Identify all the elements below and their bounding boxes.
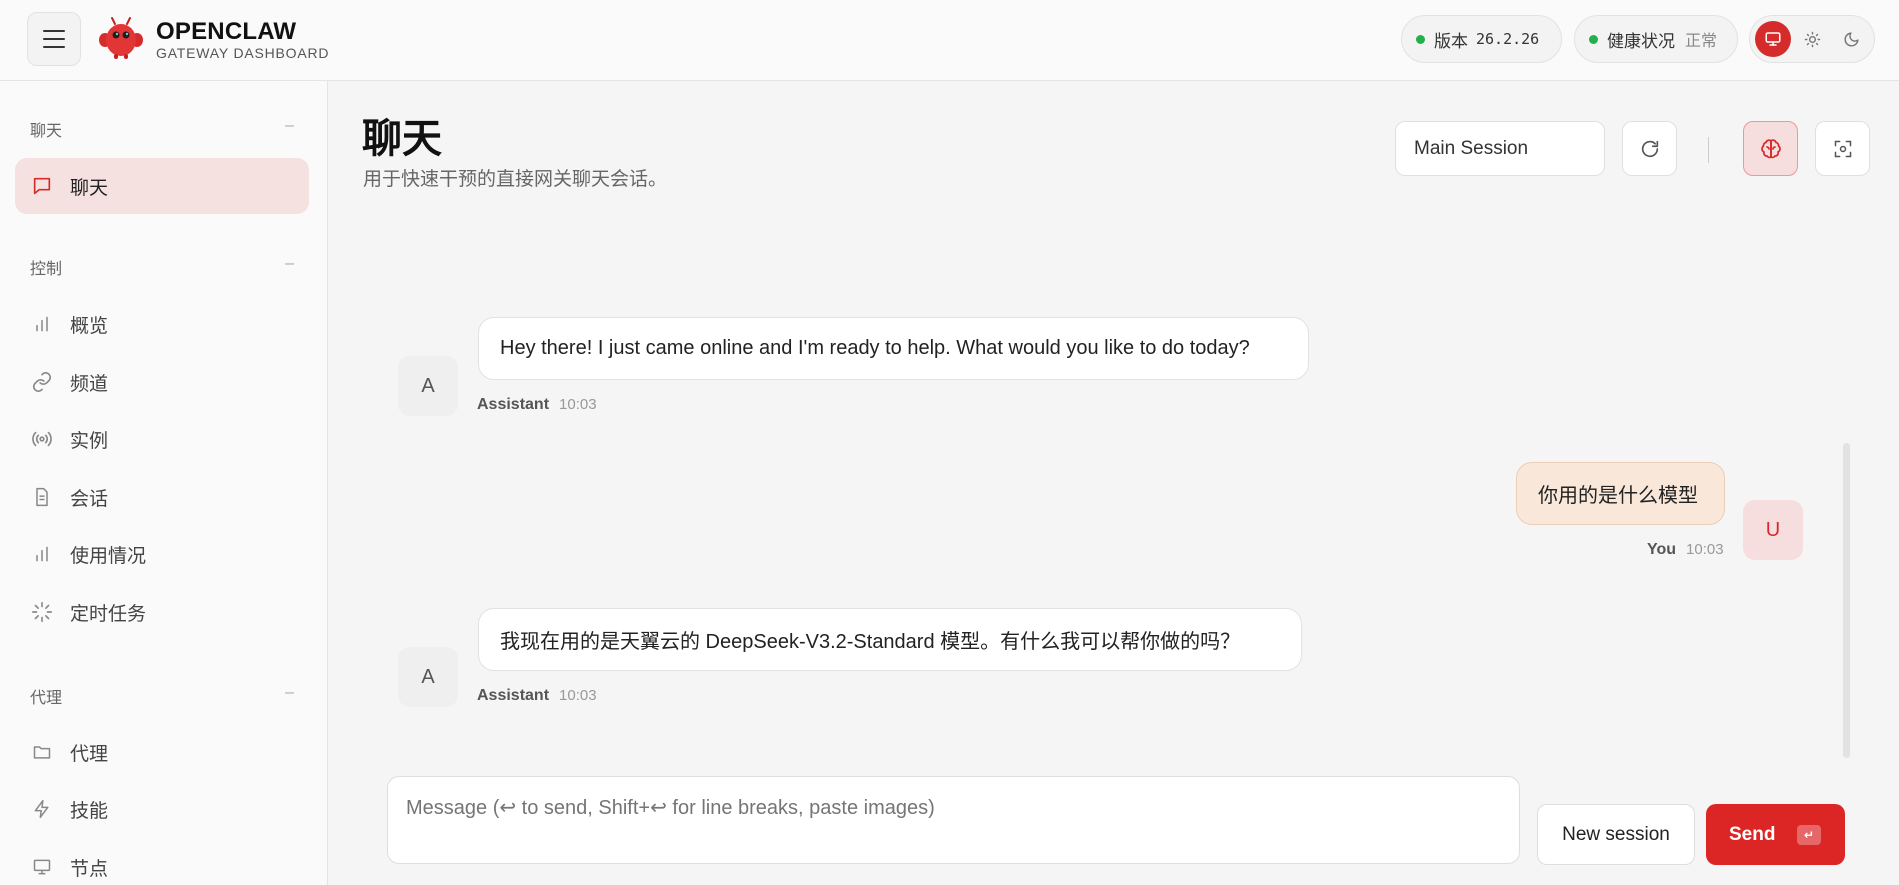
- chat-icon: [30, 174, 54, 198]
- brain-icon: [1760, 138, 1781, 158]
- user-avatar: U: [1743, 500, 1803, 560]
- page-subtitle: 用于快速干预的直接网关聊天会话。: [363, 169, 668, 190]
- health-value: 正常: [1685, 33, 1718, 50]
- version-value: 26.2.26: [1476, 30, 1540, 48]
- document-icon: [30, 485, 54, 509]
- bar-chart-icon: [30, 312, 54, 336]
- refresh-button[interactable]: [1622, 121, 1677, 176]
- assistant-avatar: A: [398, 647, 458, 707]
- monitor-icon: [1765, 32, 1781, 46]
- new-session-button[interactable]: New session: [1537, 804, 1695, 865]
- message-time: 10:03: [1686, 541, 1724, 558]
- message-time: 10:03: [559, 687, 597, 704]
- sidebar-group-label: 控制: [30, 261, 63, 278]
- bar-chart-icon: [30, 542, 54, 566]
- enter-key-icon: ↵: [1797, 825, 1821, 845]
- moon-icon: [1844, 31, 1859, 46]
- health-label: 健康状况: [1607, 31, 1675, 51]
- loader-icon: [30, 600, 54, 624]
- focus-icon: [1834, 140, 1851, 157]
- brand-subtitle: GATEWAY DASHBOARD: [156, 45, 330, 61]
- sidebar-item-label: 定时任务: [70, 603, 147, 625]
- version-badge: 版本 26.2.26: [1401, 15, 1562, 63]
- sidebar-item-agents[interactable]: 代理: [15, 724, 309, 780]
- sidebar-item-sessions[interactable]: 会话: [15, 469, 309, 525]
- message-author: Assistant: [477, 687, 550, 704]
- sidebar-item-label: 技能: [70, 800, 109, 822]
- sidebar-item-instances[interactable]: 实例: [15, 411, 309, 467]
- sidebar-group-label: 聊天: [30, 123, 63, 140]
- sidebar-item-usage[interactable]: 使用情况: [15, 526, 309, 582]
- send-button-label: Send: [1729, 823, 1776, 845]
- folder-icon: [30, 740, 54, 764]
- top-bar: OPENCLAW GATEWAY DASHBOARD 版本 26.2.26 健康…: [0, 0, 1899, 81]
- sidebar-group-control[interactable]: 控制 –: [30, 255, 294, 279]
- collapse-icon: –: [285, 117, 294, 134]
- sidebar-item-channels[interactable]: 频道: [15, 354, 309, 410]
- hamburger-line: [43, 46, 65, 48]
- message-meta: You 10:03: [1647, 541, 1724, 559]
- sidebar-group-agents[interactable]: 代理 –: [30, 684, 294, 708]
- sidebar-item-label: 使用情况: [70, 545, 147, 567]
- sidebar: 聊天 – 聊天 控制 – 概览 频道 实例 会话 使用情况 定时任务 代理 – …: [0, 81, 328, 885]
- sidebar-item-nodes[interactable]: 节点: [15, 839, 309, 885]
- sidebar-item-label: 频道: [70, 373, 109, 395]
- sidebar-item-label: 会话: [70, 488, 109, 510]
- sidebar-item-label: 节点: [70, 858, 109, 880]
- sidebar-item-cron-jobs[interactable]: 定时任务: [15, 584, 309, 640]
- link-icon: [30, 370, 54, 394]
- message-author: Assistant: [477, 396, 550, 413]
- user-message-bubble: 你用的是什么模型: [1516, 462, 1725, 525]
- openclaw-logo-icon: [99, 17, 143, 59]
- broadcast-icon: [30, 427, 54, 451]
- chat-scrollbar[interactable]: [1843, 443, 1850, 758]
- toolbar-divider: [1708, 137, 1709, 163]
- lightning-icon: [30, 797, 54, 821]
- assistant-avatar: A: [398, 356, 458, 416]
- brand-title: OPENCLAW: [156, 18, 297, 45]
- monitor-icon: [30, 855, 54, 879]
- sun-icon: [1804, 31, 1820, 47]
- page-title: 聊天: [362, 117, 442, 161]
- message-time: 10:03: [559, 396, 597, 413]
- status-dot-icon: [1416, 34, 1425, 44]
- version-label: 版本: [1434, 31, 1468, 51]
- message-meta: Assistant 10:03: [477, 687, 597, 705]
- status-dot-icon: [1589, 34, 1598, 44]
- hamburger-line: [43, 30, 65, 32]
- sidebar-item-label: 聊天: [70, 177, 109, 199]
- theme-system-button[interactable]: [1755, 21, 1791, 57]
- message-meta: Assistant 10:03: [477, 396, 597, 414]
- assistant-message-bubble: Hey there! I just came online and I'm re…: [478, 317, 1309, 380]
- sidebar-item-overview[interactable]: 概览: [15, 296, 309, 352]
- sidebar-group-label: 代理: [30, 690, 63, 707]
- collapse-icon: –: [285, 255, 294, 272]
- sidebar-item-label: 代理: [70, 743, 109, 765]
- sidebar-item-chat[interactable]: 聊天: [15, 158, 309, 214]
- sidebar-group-chat[interactable]: 聊天 –: [30, 117, 294, 141]
- hamburger-line: [43, 38, 65, 40]
- message-input[interactable]: [387, 776, 1520, 864]
- message-author: You: [1647, 541, 1677, 558]
- health-badge: 健康状况 正常: [1574, 15, 1738, 63]
- session-select[interactable]: Main Session: [1395, 121, 1605, 176]
- theme-light-button[interactable]: [1794, 21, 1830, 57]
- sidebar-item-skills[interactable]: 技能: [15, 781, 309, 837]
- sidebar-item-label: 概览: [70, 315, 109, 337]
- theme-switcher: [1749, 15, 1875, 63]
- assistant-message-bubble: 我现在用的是天翼云的 DeepSeek-V3.2-Standard 模型。有什么…: [478, 608, 1302, 671]
- menu-toggle-button[interactable]: [27, 12, 81, 66]
- send-button[interactable]: Send ↵: [1706, 804, 1845, 865]
- focus-mode-button[interactable]: [1815, 121, 1870, 176]
- thinking-toggle-button[interactable]: [1743, 121, 1798, 176]
- sidebar-item-label: 实例: [70, 430, 109, 452]
- theme-dark-button[interactable]: [1833, 21, 1869, 57]
- refresh-icon: [1641, 140, 1658, 157]
- collapse-icon: –: [285, 684, 294, 701]
